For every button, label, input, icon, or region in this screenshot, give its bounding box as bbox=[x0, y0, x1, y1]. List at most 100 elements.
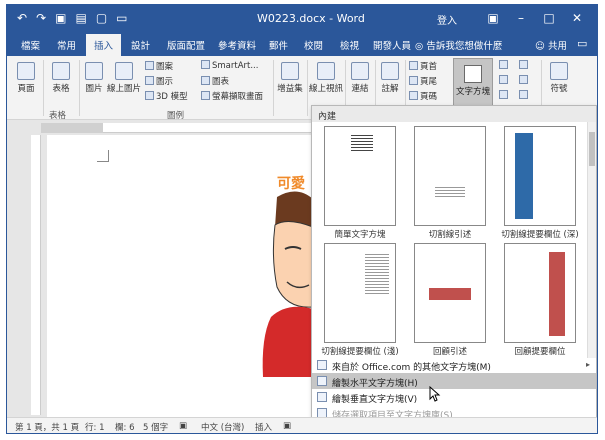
cartoon-boy-image[interactable] bbox=[257, 187, 313, 377]
vertical-ruler[interactable] bbox=[31, 135, 41, 415]
new-doc-icon[interactable]: ▢ bbox=[96, 11, 107, 25]
horizontal-ruler[interactable] bbox=[41, 123, 311, 133]
save-icon[interactable]: ▣ bbox=[55, 11, 66, 25]
addins-button[interactable]: 增益集 bbox=[275, 62, 305, 94]
wordart-button[interactable] bbox=[499, 75, 510, 86]
status-language[interactable]: 中文 (台灣) bbox=[201, 421, 244, 433]
undo-icon[interactable]: ↶ bbox=[17, 11, 27, 25]
chart-button[interactable]: 圖表 bbox=[201, 75, 229, 87]
tab-design[interactable]: 設計 bbox=[131, 38, 150, 52]
3d-models-button[interactable]: 3D 模型 bbox=[145, 90, 188, 102]
menu-item-more-textboxes[interactable]: 來自於 Office.com 的其他文字方塊(M) ▸ bbox=[312, 357, 596, 373]
proofing-icon[interactable]: ▣ bbox=[179, 421, 187, 431]
page-number-button[interactable]: 頁碼 bbox=[409, 90, 437, 102]
gallery-item-banded-quote[interactable] bbox=[414, 126, 486, 226]
tab-review[interactable]: 校閱 bbox=[304, 38, 323, 52]
chart-icon bbox=[201, 76, 210, 85]
macro-record-icon[interactable]: ▣ bbox=[283, 421, 291, 431]
header-button[interactable]: 頁首 bbox=[409, 60, 437, 72]
ribbon-tabs: 檔案 常用 插入 設計 版面配置 參考資料 郵件 校閱 檢視 開發人員 ◎ 告訴… bbox=[7, 32, 597, 56]
status-page[interactable]: 第 1 頁，共 1 頁 bbox=[15, 421, 79, 433]
gallery-item-retrospect-quote[interactable] bbox=[414, 243, 486, 343]
online-video-button[interactable]: 線上視訊 bbox=[309, 62, 343, 94]
group-separator bbox=[273, 60, 274, 116]
share-button[interactable]: ☺ 共用 bbox=[535, 38, 567, 52]
links-label: 連結 bbox=[351, 84, 369, 94]
smartart-button[interactable]: SmartArt... bbox=[201, 60, 258, 71]
cube-icon bbox=[145, 91, 154, 100]
thumb-red-block bbox=[429, 288, 471, 300]
gallery-label: 回顧提要欄位 bbox=[514, 347, 566, 357]
shapes-button[interactable]: 圖案 bbox=[145, 60, 173, 72]
pictures-button[interactable]: 圖片 bbox=[81, 62, 107, 94]
footer-button[interactable]: 頁尾 bbox=[409, 75, 437, 87]
icons-label: 圖示 bbox=[156, 77, 174, 87]
screenshot-button[interactable]: 螢幕擷取畫面 bbox=[201, 90, 263, 102]
gallery-scrollbar[interactable] bbox=[587, 122, 596, 358]
icons-button[interactable]: 圖示 bbox=[145, 75, 173, 87]
comments-icon[interactable]: ▭ bbox=[577, 37, 587, 50]
object-button[interactable] bbox=[519, 90, 530, 101]
gallery-item-banded-sidebar-light[interactable] bbox=[324, 243, 396, 343]
textbox-gallery: 內建 簡單文字方塊 切割線引述 切割線提要欄位 (深) 切割線提要欄位 (淺) … bbox=[311, 105, 597, 423]
tab-references[interactable]: 參考資料 bbox=[218, 38, 256, 52]
menu-label: 繪製水平文字方塊(H) bbox=[332, 379, 418, 389]
dropcap-button[interactable] bbox=[499, 90, 510, 101]
tab-home[interactable]: 常用 bbox=[57, 38, 76, 52]
tell-me-search[interactable]: ◎ 告訴我您想做什麼 bbox=[415, 38, 502, 52]
pages-button[interactable]: 頁面 bbox=[13, 62, 39, 94]
menu-item-draw-horizontal-textbox[interactable]: 繪製水平文字方塊(H) bbox=[312, 373, 596, 389]
signature-line-button[interactable] bbox=[519, 60, 530, 71]
gallery-item-banded-sidebar-dark[interactable] bbox=[504, 126, 576, 226]
tab-mailings[interactable]: 郵件 bbox=[269, 38, 288, 52]
online-pictures-label: 線上圖片 bbox=[107, 84, 142, 94]
tab-developer[interactable]: 開發人員 bbox=[373, 38, 411, 52]
picture-icon bbox=[85, 62, 103, 80]
tab-insert[interactable]: 插入 bbox=[86, 34, 122, 56]
close-icon[interactable]: ✕ bbox=[563, 9, 591, 27]
symbols-button[interactable]: 符號 bbox=[545, 62, 573, 94]
online-pictures-button[interactable]: 線上圖片 bbox=[107, 62, 141, 94]
ruler-margin bbox=[41, 123, 103, 133]
links-button[interactable]: 連結 bbox=[347, 62, 373, 94]
pages-icon bbox=[17, 62, 35, 80]
tab-layout[interactable]: 版面配置 bbox=[167, 38, 205, 52]
login-link[interactable]: 登入 bbox=[437, 12, 457, 27]
tab-file[interactable]: 檔案 bbox=[21, 38, 40, 52]
window-title: W0223.docx - Word bbox=[257, 12, 365, 25]
group-separator bbox=[43, 60, 44, 116]
page-number-label: 頁碼 bbox=[420, 92, 438, 102]
quick-parts-icon bbox=[499, 60, 508, 69]
title-bar: ↶ ↷ ▣ ▤ ▢ ▭ W0223.docx - Word 登入 ▣ – □ ✕ bbox=[7, 5, 597, 32]
comment-button[interactable]: 註解 bbox=[377, 62, 403, 94]
footer-icon bbox=[409, 76, 418, 85]
gallery-item-retrospect-sidebar[interactable] bbox=[504, 243, 576, 343]
online-picture-icon bbox=[115, 62, 133, 80]
tab-view[interactable]: 檢視 bbox=[340, 38, 359, 52]
minimize-icon[interactable]: – bbox=[507, 9, 535, 27]
scrollbar-thumb[interactable] bbox=[589, 132, 595, 166]
date-time-button[interactable] bbox=[519, 75, 530, 86]
menu-item-draw-vertical-textbox[interactable]: 繪製垂直文字方塊(V) bbox=[312, 389, 596, 405]
status-bar: 第 1 頁，共 1 頁 行: 1 欄: 6 5 個字 ▣ 中文 (台灣) 插入 … bbox=[7, 417, 597, 433]
thumb-text-lines bbox=[435, 187, 465, 197]
3d-models-label: 3D 模型 bbox=[156, 92, 188, 102]
gallery-item-simple-textbox[interactable] bbox=[324, 126, 396, 226]
open-icon[interactable]: ▭ bbox=[116, 11, 127, 25]
table-label: 表格 bbox=[52, 84, 70, 94]
status-insert-mode[interactable]: 插入 bbox=[255, 421, 272, 433]
ribbon-display-icon[interactable]: ▣ bbox=[479, 9, 507, 27]
table-button[interactable]: 表格 bbox=[47, 62, 75, 94]
document-page[interactable]: 可愛 bbox=[47, 135, 313, 417]
maximize-icon[interactable]: □ bbox=[535, 9, 563, 27]
word-window: ↶ ↷ ▣ ▤ ▢ ▭ W0223.docx - Word 登入 ▣ – □ ✕… bbox=[6, 4, 598, 434]
status-word-count[interactable]: 5 個字 bbox=[143, 421, 168, 433]
thumb-text-lines bbox=[365, 254, 389, 294]
quick-parts-button[interactable] bbox=[499, 60, 510, 71]
comment-icon bbox=[381, 62, 399, 80]
redo-icon[interactable]: ↷ bbox=[36, 11, 46, 25]
undo-save-icon[interactable]: ▤ bbox=[75, 11, 86, 25]
signature-icon bbox=[519, 60, 528, 69]
person-icon: ☺ bbox=[535, 41, 548, 52]
header-icon bbox=[409, 61, 418, 70]
